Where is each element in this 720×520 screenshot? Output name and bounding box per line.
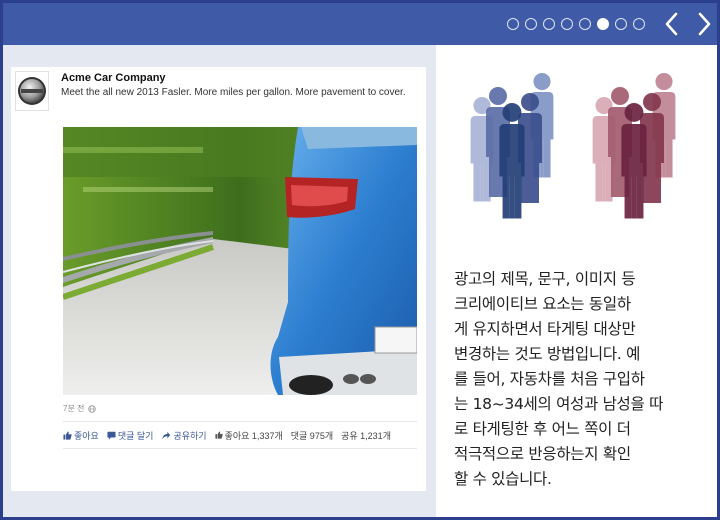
blue-group: [470, 73, 554, 219]
slide-frame: Acme Car Company Meet the all new 2013 F…: [0, 0, 720, 520]
body-text-line: 할 수 있습니다.: [454, 470, 552, 488]
page-name[interactable]: Acme Car Company: [61, 72, 166, 84]
slide-pagination: [507, 18, 645, 30]
share-label: 공유하기: [173, 430, 207, 441]
share-icon: [162, 431, 171, 439]
car-logo-icon: [18, 77, 46, 105]
shares-count-text: 공유 1,231개: [341, 430, 391, 441]
page-avatar: [15, 71, 49, 111]
facebook-post-card: Acme Car Company Meet the all new 2013 F…: [11, 67, 426, 491]
post-actions-row: 좋아요 댓글 달기 공유하기 좋아요 1,337개 댓글 975개 공유 1,2…: [63, 421, 417, 449]
comments-count-text: 댓글 975개: [290, 430, 334, 441]
likes-count[interactable]: 좋아요 1,337개: [214, 429, 283, 442]
comment-icon: [107, 431, 116, 440]
body-text-line: 는 18~34세의 여성과 남성을 따: [454, 395, 664, 413]
pagination-dot-5[interactable]: [579, 18, 591, 30]
comments-count[interactable]: 댓글 975개: [291, 429, 333, 442]
like-label: 좋아요: [74, 430, 99, 441]
slide-header-bar: [3, 3, 717, 45]
pagination-dot-3[interactable]: [543, 18, 555, 30]
shares-count[interactable]: 공유 1,231개: [341, 429, 391, 442]
pagination-dot-6[interactable]: [597, 18, 609, 30]
thumbs-up-icon: [63, 431, 72, 440]
body-text-line: 광고의 제목, 문구, 이미지 등: [454, 270, 636, 288]
globe-icon: [88, 404, 97, 413]
pagination-dot-2[interactable]: [525, 18, 537, 30]
content-panel: 광고의 제목, 문구, 이미지 등크리에이티브 요소는 동일하게 유지하면서 타…: [436, 45, 717, 517]
body-text-line: 로 타게팅한 후 어느 쪽이 더: [454, 420, 631, 438]
prev-slide-button[interactable]: [659, 9, 685, 39]
body-text-line: 를 들어, 자동차를 처음 구입하: [454, 370, 645, 388]
pagination-dot-4[interactable]: [561, 18, 573, 30]
car-photo-image: [63, 127, 417, 395]
ad-preview-panel: Acme Car Company Meet the all new 2013 F…: [3, 45, 436, 517]
people-groups-icon: [470, 73, 676, 219]
share-button[interactable]: 공유하기: [161, 429, 207, 442]
car-photo[interactable]: [63, 127, 417, 395]
body-text-line: 크리에이티브 요소는 동일하: [454, 295, 631, 313]
pagination-dot-8[interactable]: [633, 18, 645, 30]
red-group: [592, 73, 676, 219]
post-timestamp: 7분 전: [63, 403, 97, 414]
chevron-right-icon: [698, 12, 711, 36]
pagination-dot-1[interactable]: [507, 18, 519, 30]
body-text-line: 변경하는 것도 방법입니다. 예: [454, 345, 641, 363]
body-text-line: 게 유지하면서 타게팅 대상만: [454, 320, 636, 338]
pagination-dot-7[interactable]: [615, 18, 627, 30]
thumbs-up-small-icon: [214, 431, 223, 439]
body-text: 광고의 제목, 문구, 이미지 등크리에이티브 요소는 동일하게 유지하면서 타…: [454, 267, 712, 492]
post-time-text: 7분 전: [63, 404, 85, 413]
comment-label: 댓글 달기: [117, 430, 154, 441]
next-slide-button[interactable]: [691, 9, 717, 39]
likes-count-text: 좋아요 1,337개: [224, 430, 283, 441]
like-button[interactable]: 좋아요: [63, 429, 99, 442]
chevron-left-icon: [665, 12, 678, 36]
audience-illustration: [464, 73, 694, 237]
post-text: Meet the all new 2013 Fasler. More miles…: [61, 87, 406, 98]
body-text-line: 적극적으로 반응하는지 확인: [454, 445, 631, 463]
comment-button[interactable]: 댓글 달기: [107, 429, 154, 442]
